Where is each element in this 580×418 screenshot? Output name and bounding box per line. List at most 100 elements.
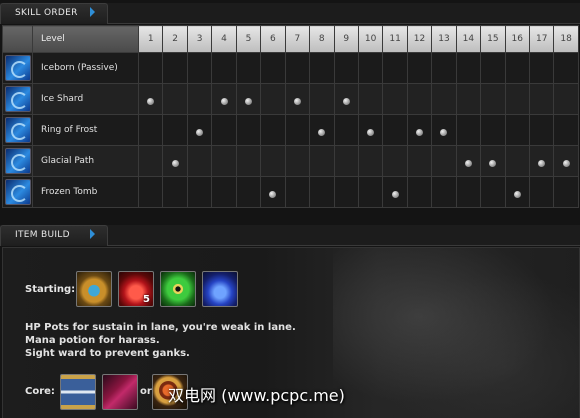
note-line: Sight ward to prevent ganks. [25,348,190,359]
skill-level-cell [504,114,531,146]
skill-level-cell [406,145,433,177]
item-build-header: ITEM BUILD [0,225,580,246]
skill-point-dot [171,159,179,167]
skill-level-cell [431,114,457,146]
skill-level-cell [260,114,286,146]
skill-name: Glacial Path [32,145,139,177]
skill-point-dot [464,159,472,167]
skill-level-cell [455,114,482,146]
skill-icon-cell [2,145,33,177]
icon-column-header [2,25,33,53]
level-number-header: 1 [137,25,164,53]
skill-name: Ring of Frost [32,114,139,146]
glacial-path-icon[interactable] [4,148,31,174]
mana-potion-icon[interactable] [202,271,238,307]
amulet-icon[interactable] [76,271,112,307]
level-number-header: 4 [211,25,237,53]
level-number-header: 15 [480,25,506,53]
expand-arrow-icon[interactable] [90,7,95,17]
skill-order-header: SKILL ORDER [0,3,580,24]
level-number-header: 3 [186,25,213,53]
skill-level-cell [186,114,213,146]
skill-level-cell [309,176,335,208]
skill-point-dot [342,97,350,105]
skill-level-cell [211,52,237,84]
skill-level-cell [455,145,482,177]
skill-level-cell [357,52,384,84]
skill-level-cell [260,52,286,84]
level-number-header: 14 [455,25,482,53]
skill-level-cell [260,176,286,208]
skill-level-cell [504,52,531,84]
skill-level-cell [137,176,164,208]
skill-level-cell [260,83,286,115]
level-number-header: 16 [504,25,531,53]
build-notes: HP Pots for sustain in lane, you're weak… [25,321,296,360]
skill-level-cell [186,52,213,84]
skill-level-cell [357,114,384,146]
skill-level-cell [211,114,237,146]
skill-level-cell [382,114,408,146]
skill-level-cell [162,114,188,146]
skill-level-cell [186,145,213,177]
skill-order-table: Level 1 2 3 4 5 6 7 8 9 10 11 12 13 14 15 16 17 18 Icebor… [2,25,579,208]
skill-level-cell [382,83,408,115]
level-number-header: 13 [431,25,457,53]
skill-level-cell [528,83,555,115]
skill-level-cell [235,176,262,208]
iceborn-icon[interactable] [4,55,31,81]
frozen-tomb-icon[interactable] [4,179,31,205]
skill-point-dot [293,97,301,105]
skill-row: Glacial Path [2,145,579,177]
skill-name: Frozen Tomb [32,176,139,208]
skill-level-cell [284,176,311,208]
level-number-header: 9 [333,25,359,53]
skill-level-cell [406,83,433,115]
ring-of-frost-icon[interactable] [4,117,31,143]
starting-label: Starting: [25,284,76,295]
skill-level-cell [553,114,579,146]
skill-level-cell [162,176,188,208]
skill-point-dot [220,97,228,105]
skill-point-dot [244,97,252,105]
skill-icon-cell [2,176,33,208]
skill-icon-cell [2,52,33,84]
skill-point-dot [440,128,448,136]
skill-level-cell [528,52,555,84]
skill-level-cell [211,83,237,115]
watermark: 双电网 (www.pcpc.me) [168,386,345,405]
skill-icon-cell [2,83,33,115]
skill-point-dot [513,190,521,198]
spellbook-icon[interactable] [102,374,138,410]
level-header-row: Level 1 2 3 4 5 6 7 8 9 10 11 12 13 14 15 16 17 18 [2,25,579,53]
skill-level-cell [309,52,335,84]
skill-point-dot [562,159,570,167]
hourglass-icon[interactable] [60,374,96,410]
skill-level-cell [455,52,482,84]
level-number-header: 6 [260,25,286,53]
skill-point-dot [538,159,546,167]
skill-level-cell [455,176,482,208]
skill-level-cell [382,52,408,84]
level-number-header: 12 [406,25,433,53]
item-build-panel: Starting: 5 HP Pots for sustain in lane,… [2,247,580,418]
skill-level-cell [504,83,531,115]
health-potion-icon[interactable]: 5 [118,271,154,307]
skill-point-dot [489,159,497,167]
skill-level-cell [260,145,286,177]
level-header: Level [32,25,139,53]
skill-point-dot [416,128,424,136]
skill-level-cell [333,176,359,208]
ice-shard-icon[interactable] [4,86,31,112]
skill-point-dot [391,190,399,198]
level-number-header: 10 [357,25,384,53]
note-line: Mana potion for harass. [25,335,160,346]
champion-background-art [333,248,579,418]
skill-level-cell [162,52,188,84]
skill-level-cell [284,114,311,146]
sight-ward-icon[interactable] [160,271,196,307]
skill-level-cell [480,83,506,115]
expand-arrow-icon[interactable] [90,229,95,239]
skill-level-cell [235,145,262,177]
skill-level-cell [382,145,408,177]
